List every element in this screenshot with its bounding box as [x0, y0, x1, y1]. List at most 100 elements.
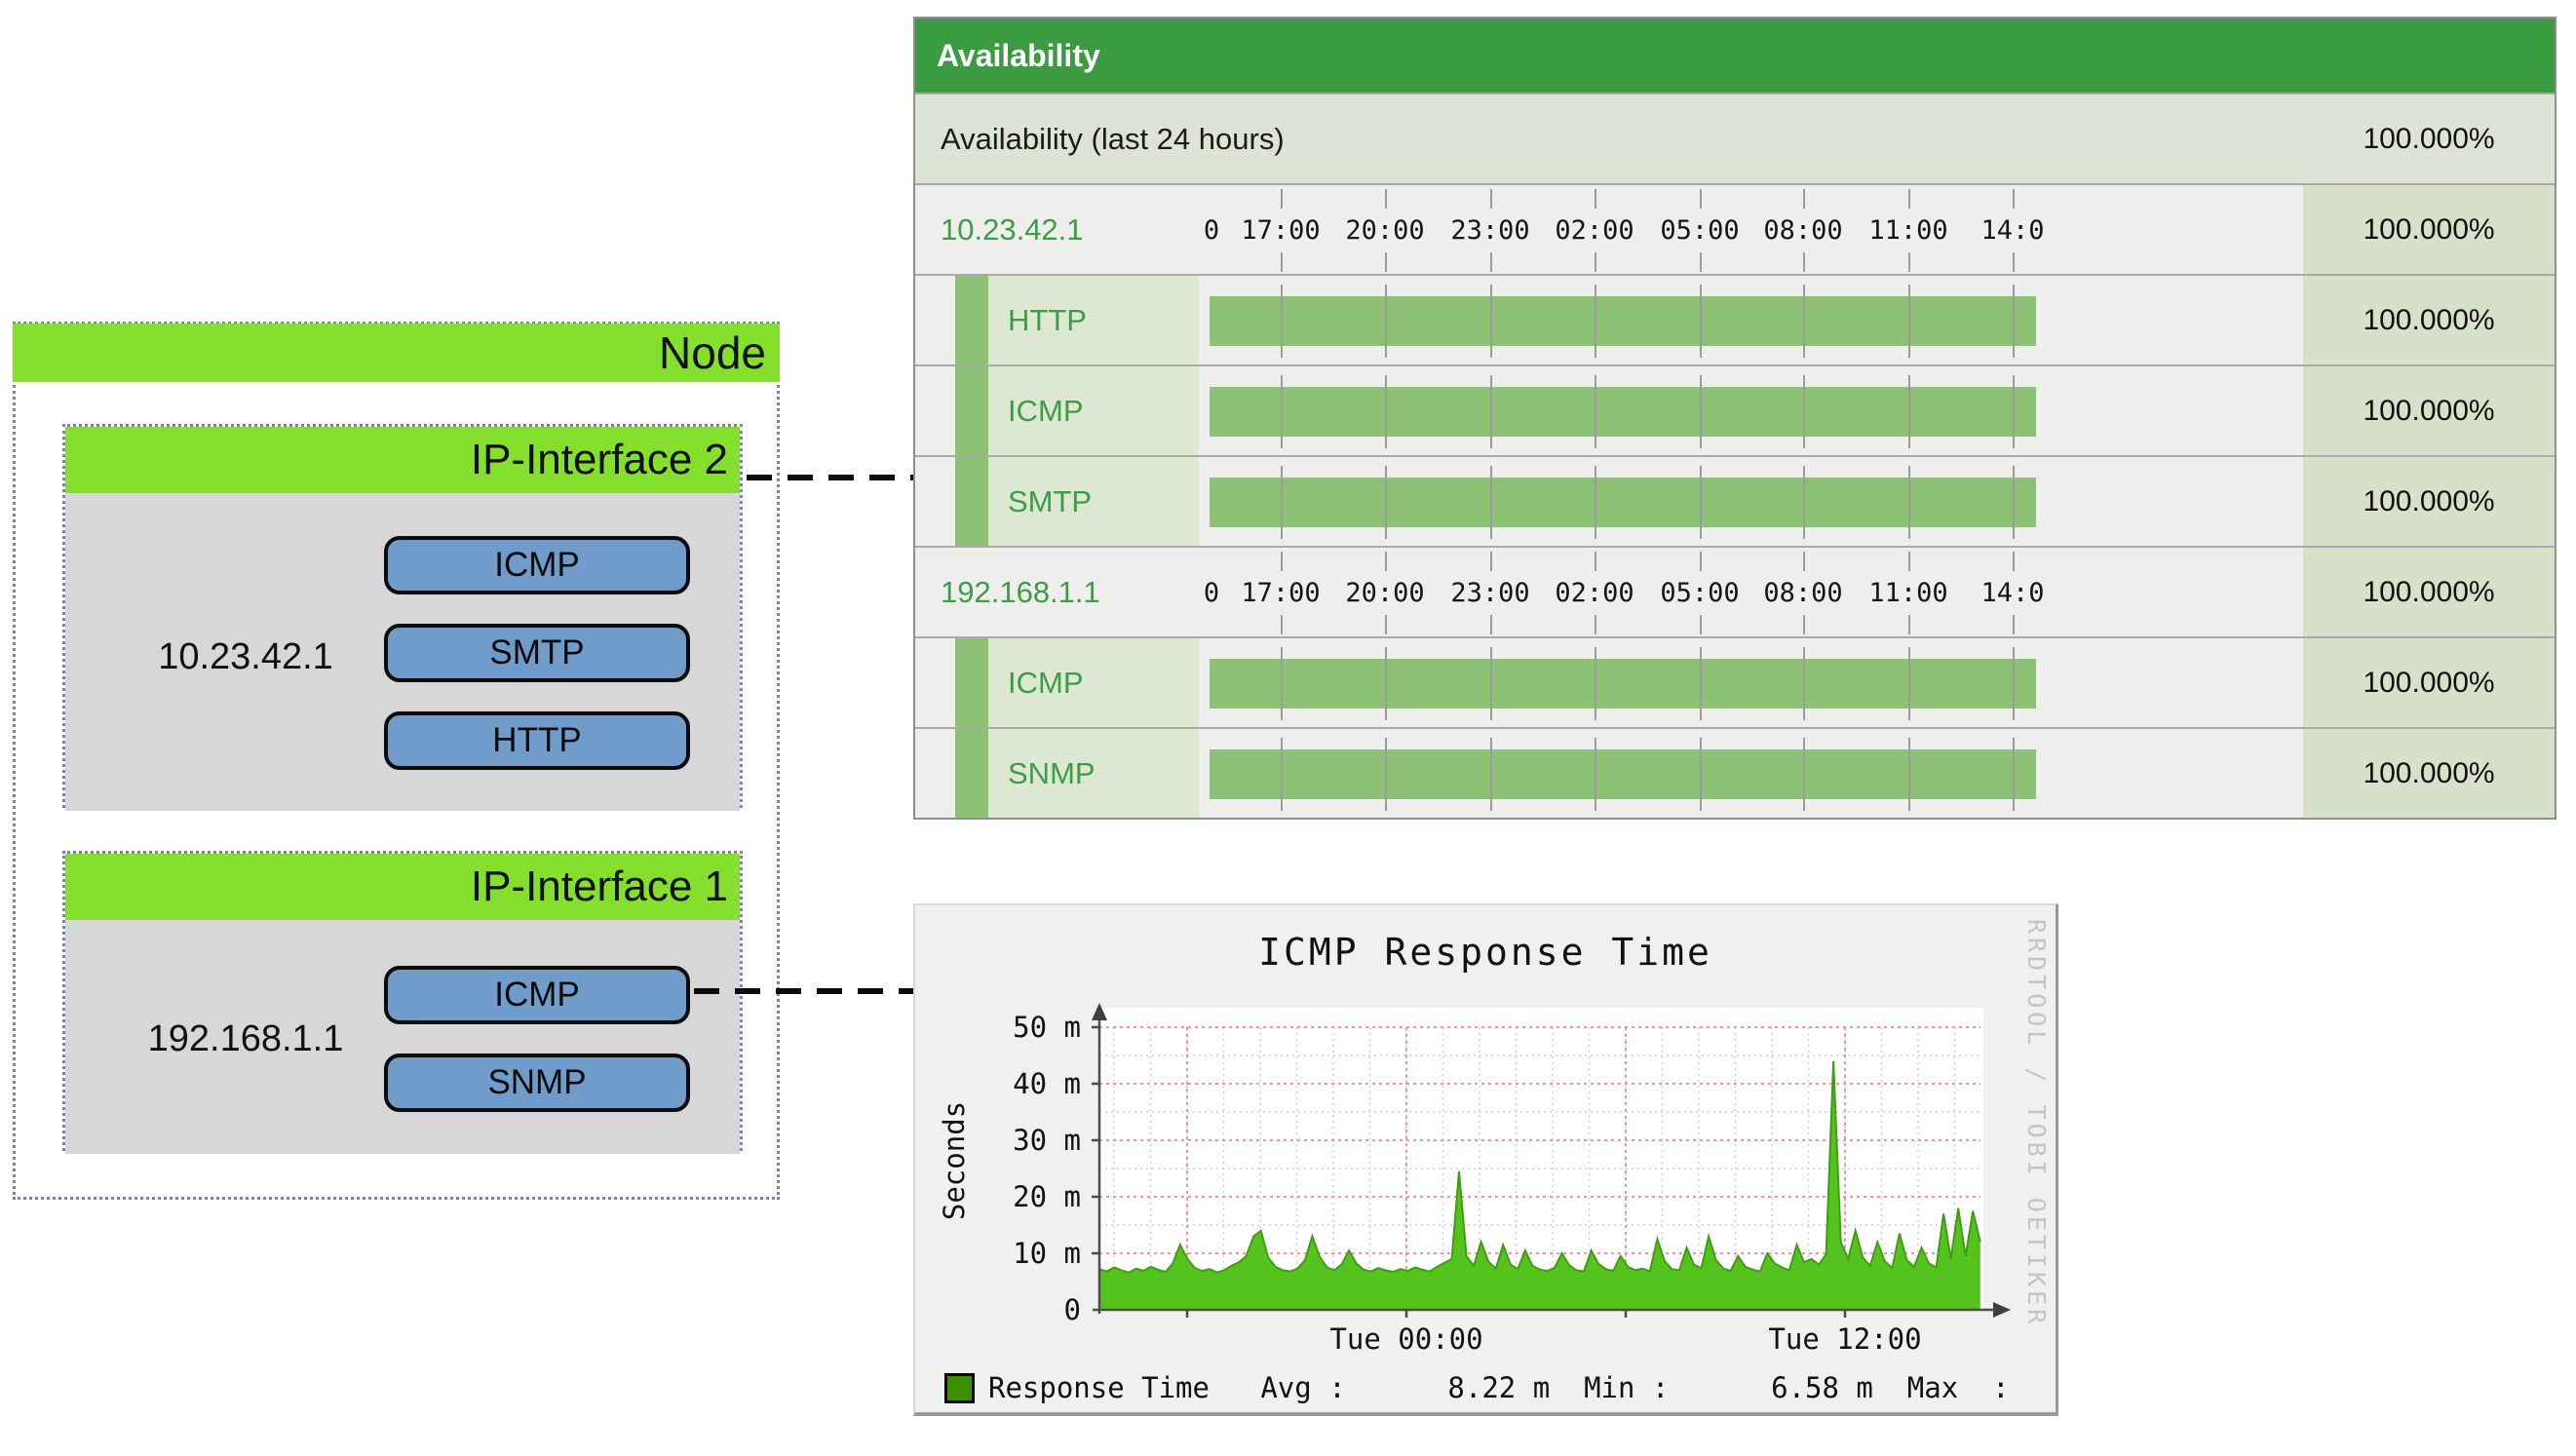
- time-scale-tick: [1490, 615, 1492, 634]
- availability-bar-tick: [2013, 738, 2015, 811]
- time-scale-zero-label: 0: [1204, 185, 1219, 276]
- availability-bar-tick: [1490, 375, 1492, 448]
- availability-bar: [1210, 749, 2036, 799]
- availability-bar-tick: [1281, 285, 1283, 358]
- ip-address-label: 10.23.42.1: [85, 636, 406, 678]
- service-box-icmp: ICMP: [384, 966, 690, 1024]
- service-button-column: ICMP SMTP HTTP: [384, 536, 690, 770]
- availability-row-ip: 10.23.42.1017:0020:0023:0002:0005:0008:0…: [915, 183, 2555, 274]
- availability-bar-cell: [1199, 729, 2303, 818]
- y-tick-label: 0: [935, 1294, 1081, 1325]
- availability-row-service: SNMP100.000%: [915, 727, 2555, 818]
- time-scale-tick: [1908, 189, 1910, 209]
- availability-row-service: SMTP 100.000%: [915, 455, 2555, 546]
- time-scale-tick: [1803, 252, 1805, 272]
- availability-bar-tick: [1595, 738, 1596, 811]
- indent-cell: [915, 366, 955, 455]
- time-scale-tick: [1700, 615, 1702, 634]
- time-scale-tick: [1490, 552, 1492, 571]
- availability-value-cell: 100.000%: [2303, 457, 2555, 546]
- indent-cell: [915, 638, 955, 727]
- y-tick-label: 50 m: [935, 1012, 1081, 1043]
- availability-bar-tick: [1908, 375, 1910, 448]
- availability-bar-tick: [1803, 285, 1805, 358]
- time-scale-tick: [1700, 189, 1702, 209]
- ip-interface-1-name: IP-Interface 1: [471, 862, 728, 911]
- availability-bar-tick: [1700, 738, 1702, 811]
- group-strip-cell: [955, 638, 988, 727]
- service-box-icmp: ICMP: [384, 536, 690, 594]
- availability-bar-tick: [1803, 647, 1805, 720]
- availability-row-service: ICMP100.000%: [915, 636, 2555, 727]
- availability-table: Availability Availability (last 24 hours…: [913, 17, 2557, 820]
- service-box-smtp: SMTP: [384, 624, 690, 682]
- availability-bar: [1210, 387, 2036, 437]
- ip-address-label: 192.168.1.1: [85, 1018, 406, 1060]
- ip-interface-2-header: IP-Interface 2: [65, 427, 740, 493]
- time-scale-tick: [2013, 615, 2015, 634]
- availability-bar-cell: [1199, 457, 2303, 546]
- time-scale-tick: [1803, 189, 1805, 209]
- time-scale-tick: [1595, 252, 1596, 272]
- service-name-cell: ICMP: [988, 366, 1199, 455]
- ip-interface-2-name: IP-Interface 2: [471, 436, 728, 484]
- time-scale-tick: [1281, 189, 1283, 209]
- availability-bar-tick: [1385, 647, 1387, 720]
- availability-bar-tick: [1385, 466, 1387, 539]
- chart-title: ICMP Response Time: [915, 931, 2056, 974]
- availability-bar-tick: [1908, 285, 1910, 358]
- availability-bar-tick: [1385, 285, 1387, 358]
- availability-bar-tick: [2013, 647, 2015, 720]
- y-tick-label: 30 m: [935, 1125, 1081, 1156]
- chart-legend: Response Time Avg : 8.22 m Min : 6.58 m …: [944, 1371, 2010, 1404]
- figure-canvas: Node IP-Interface 2 10.23.42.1 ICMPSMTPH…: [0, 0, 2576, 1456]
- availability-rows: Availability (last 24 hours)100.000%10.2…: [915, 93, 2555, 818]
- availability-value-cell: 100.000%: [2303, 548, 2555, 636]
- service-name-cell: SMTP: [988, 457, 1199, 546]
- availability-bar-tick: [1700, 285, 1702, 358]
- availability-bar-tick: [1803, 375, 1805, 448]
- service-name-cell: ICMP: [988, 638, 1199, 727]
- availability-bar: [1210, 296, 2036, 346]
- indent-cell: [915, 729, 955, 818]
- y-tick-label: 10 m: [935, 1238, 1081, 1269]
- legend-text: Response Time Avg : 8.22 m Min : 6.58 m …: [988, 1371, 2010, 1404]
- availability-bar-tick: [1595, 375, 1596, 448]
- indent-cell: [915, 457, 955, 546]
- time-scale-tick: [1385, 252, 1387, 272]
- ip-interface-2-group: IP-Interface 2 10.23.42.1 ICMP SMTP HTTP: [62, 424, 743, 808]
- time-scale-tick: [2013, 189, 2015, 209]
- availability-bar-cell: [1199, 638, 2303, 727]
- ip-address-cell: 192.168.1.1: [915, 548, 1199, 636]
- time-scale-tick: [1385, 189, 1387, 209]
- availability-bar-tick: [1281, 647, 1283, 720]
- availability-row-service: ICMP 100.000%: [915, 364, 2555, 455]
- time-scale-tick: [1490, 252, 1492, 272]
- service-box-snmp: SNMP: [384, 1054, 690, 1112]
- availability-value-cell: 100.000%: [2303, 95, 2555, 183]
- availability-header-label: Availability: [937, 38, 1100, 74]
- availability-bar-cell: [1199, 276, 2303, 364]
- ip-interface-2-body: 10.23.42.1 ICMP SMTP HTTP: [65, 493, 740, 811]
- y-tick-label: 20 m: [935, 1181, 1081, 1212]
- time-scale-tick: [1385, 552, 1387, 571]
- summary-label-cell: Availability (last 24 hours): [915, 95, 2303, 183]
- availability-bar-cell: [1199, 366, 2303, 455]
- time-scale-tick: [1595, 615, 1596, 634]
- indent-cell: [915, 276, 955, 364]
- time-scale-cell: 017:0020:0023:0002:0005:0008:0011:0014:0: [1199, 185, 2303, 274]
- availability-value-cell: 100.000%: [2303, 366, 2555, 455]
- service-box-http: HTTP: [384, 711, 690, 770]
- availability-bar: [1210, 659, 2036, 709]
- availability-bar-tick: [1700, 647, 1702, 720]
- rrdtool-watermark: RRDTOOL / TOBI OETIKER: [2022, 919, 2051, 1327]
- group-strip-cell: [955, 457, 988, 546]
- availability-bar: [1210, 478, 2036, 527]
- time-scale-tick: [1803, 615, 1805, 634]
- availability-bar-tick: [1385, 738, 1387, 811]
- group-strip-cell: [955, 276, 988, 364]
- availability-bar-tick: [1281, 466, 1283, 539]
- time-scale-tick: [1385, 615, 1387, 634]
- availability-bar-tick: [1803, 466, 1805, 539]
- availability-bar-tick: [1595, 466, 1596, 539]
